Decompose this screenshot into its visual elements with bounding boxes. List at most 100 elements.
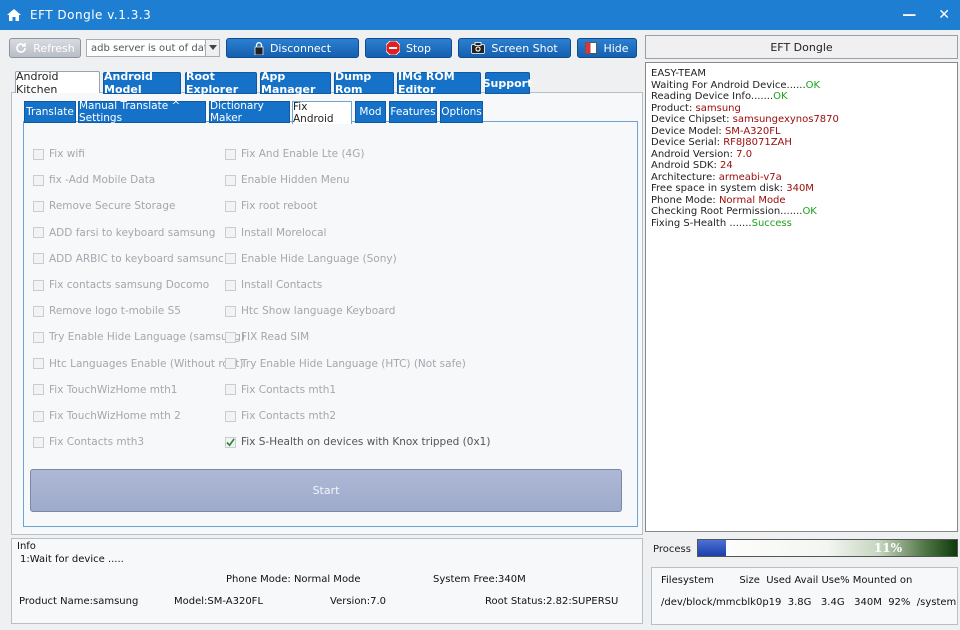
checkbox-fix-read-sim[interactable]: FIX Read SIM [225, 331, 309, 343]
checkbox-fix-wifi[interactable]: Fix wifi [33, 148, 85, 160]
screenshot-label: Screen Shot [491, 41, 558, 55]
log-value: SM-A320FL [724, 125, 781, 137]
tab-label: Support [482, 76, 533, 90]
checkbox-htc-languages-enable-without-root[interactable]: Htc Languages Enable (Without root) [33, 358, 243, 370]
checkbox-box[interactable] [225, 279, 236, 291]
info-phone-mode: Phone Mode: Normal Mode [226, 574, 361, 585]
checkbox-box[interactable] [33, 410, 44, 422]
home-icon [7, 9, 21, 21]
info-model: Model:SM-A320FL [174, 596, 264, 607]
checkbox-box[interactable] [33, 358, 44, 370]
adb-server-value: adb server is out of date [91, 42, 205, 54]
checkbox-try-enable-hide-language-htc-not-safe[interactable]: Try Enable Hide Language (HTC) (Not safe… [225, 358, 466, 370]
disconnect-label: Disconnect [269, 41, 332, 55]
checkbox-fix-contacts-mth2[interactable]: Fix Contacts mth2 [225, 410, 336, 422]
chevron-down-icon[interactable] [205, 40, 219, 56]
checkbox-label: Remove Secure Storage [49, 200, 176, 213]
disconnect-button[interactable]: Disconnect [226, 38, 359, 58]
checkbox-enable-hidden-menu[interactable]: Enable Hidden Menu [225, 174, 350, 186]
checkbox-box[interactable] [33, 253, 44, 265]
tab-root-explorer[interactable]: Root Explorer [185, 70, 257, 96]
subtab-translate[interactable]: Translate [24, 101, 76, 123]
checkbox-htc-show-language-keyboard[interactable]: Htc Show language Keyboard [225, 305, 395, 317]
checkbox-label: ADD ARBIC to keyboard samsunc [49, 252, 224, 265]
log-line: Device Model: SM-A320FL [651, 126, 952, 138]
checkbox-box[interactable] [33, 200, 44, 212]
start-button[interactable]: Start [30, 469, 622, 512]
checkbox-box[interactable] [225, 410, 236, 422]
subtab-dictionary-maker[interactable]: Dictionary Maker [209, 100, 290, 124]
info-label: Info [17, 541, 36, 552]
log-line: Device Chipset: samsungexynos7870 [651, 114, 952, 126]
checkbox-box[interactable] [225, 436, 236, 448]
tab-dump-rom[interactable]: Dump Rom [334, 70, 394, 96]
subtab-options[interactable]: Options [440, 101, 483, 123]
checkbox-fix-add-mobile-data[interactable]: fix -Add Mobile Data [33, 174, 155, 186]
checkbox-add-farsi-to-keyboard-samsung[interactable]: ADD farsi to keyboard samsung [33, 227, 215, 239]
checkbox-box[interactable] [33, 384, 44, 396]
subtab-manual-translate[interactable]: Manual Translate ^ Settings [78, 100, 206, 124]
checkbox-fix-s-health-on-devices-with-knox-tripped-0x1[interactable]: Fix S-Health on devices with Knox trippe… [225, 436, 490, 448]
subtab-fix-android[interactable]: Fix Android [292, 101, 352, 125]
checkbox-box[interactable] [33, 331, 44, 343]
checkbox-box[interactable] [33, 148, 44, 160]
checkbox-box[interactable] [225, 200, 236, 212]
checkbox-label: Fix Contacts mth3 [49, 436, 145, 449]
checkbox-box[interactable] [33, 227, 44, 239]
log-value: samsungexynos7870 [732, 114, 839, 125]
checkbox-box[interactable] [225, 253, 236, 265]
subtab-mod[interactable]: Mod [355, 101, 386, 123]
stop-button[interactable]: Stop [365, 38, 452, 58]
tab-support[interactable]: Support [482, 72, 533, 94]
checkbox-fix-touchwizhome-mth1[interactable]: Fix TouchWizHome mth1 [33, 384, 178, 396]
checkbox-fix-contacts-mth1[interactable]: Fix Contacts mth1 [225, 384, 336, 396]
log-text: EASY-TEAM [651, 68, 707, 79]
minimize-button[interactable]: — [902, 7, 916, 23]
checkbox-fix-contacts-mth3[interactable]: Fix Contacts mth3 [33, 436, 144, 448]
process-percent: 11% [873, 541, 902, 555]
process-area: Process 11% [645, 538, 958, 562]
log-text: Device Serial: [651, 137, 724, 148]
checkbox-add-arbic-to-keyboard-samsunc[interactable]: ADD ARBIC to keyboard samsunc [33, 253, 224, 265]
checkbox-box[interactable] [225, 384, 236, 396]
checkbox-box[interactable] [225, 227, 236, 239]
checkbox-box[interactable] [225, 305, 236, 317]
checkbox-install-morelocal[interactable]: Install Morelocal [225, 227, 326, 239]
checkbox-box[interactable] [225, 358, 236, 370]
tab-img-rom-editor[interactable]: IMG ROM Editor [397, 70, 481, 96]
tab-android-model[interactable]: Android Model [103, 70, 181, 96]
log-line: Reading Device Info.......OK [651, 91, 952, 103]
checkbox-box[interactable] [225, 174, 236, 186]
checkbox-fix-touchwizhome-mth-2[interactable]: Fix TouchWizHome mth 2 [33, 410, 181, 422]
adb-server-select[interactable]: adb server is out of date [86, 39, 220, 57]
checkbox-enable-hide-language-sony[interactable]: Enable Hide Language (Sony) [225, 253, 397, 265]
checkbox-fix-root-reboot[interactable]: Fix root reboot [225, 200, 317, 212]
checkbox-fix-and-enable-lte-4g[interactable]: Fix And Enable Lte (4G) [225, 148, 364, 160]
tab-label: IMG ROM Editor [398, 70, 455, 96]
checkbox-label: Htc Show language Keyboard [241, 305, 396, 318]
checkbox-box[interactable] [225, 331, 236, 343]
fs-header: Filesystem Size Used Avail Use% Mounted … [661, 575, 913, 586]
tab-app-manager[interactable]: App Manager [260, 70, 331, 96]
log-ok: OK [773, 91, 788, 102]
refresh-button[interactable]: Refresh [9, 38, 81, 58]
checkbox-box[interactable] [33, 174, 44, 186]
tab-android-kitchen[interactable]: Android Kitchen [15, 70, 100, 96]
checkbox-box[interactable] [33, 279, 44, 291]
checkbox-try-enable-hide-language-samsung[interactable]: Try Enable Hide Language (samsung) [33, 331, 245, 343]
window-icon [585, 42, 598, 54]
hide-button[interactable]: Hide [577, 38, 637, 58]
checkbox-box[interactable] [225, 148, 236, 160]
subtab-label: Options [441, 106, 482, 118]
close-button[interactable]: ✕ [938, 7, 950, 23]
screenshot-button[interactable]: Screen Shot [458, 38, 571, 58]
checkbox-fix-contacts-samsung-docomo[interactable]: Fix contacts samsung Docomo [33, 279, 209, 291]
log-text: Device Model: [651, 125, 725, 137]
checkbox-box[interactable] [33, 436, 44, 448]
checkbox-remove-secure-storage[interactable]: Remove Secure Storage [33, 200, 175, 212]
checkbox-install-contacts[interactable]: Install Contacts [225, 279, 322, 291]
checkbox-remove-logo-t-mobile-s5[interactable]: Remove logo t-mobile S5 [33, 305, 181, 317]
checkbox-box[interactable] [33, 305, 44, 317]
process-fill [698, 540, 727, 556]
subtab-features[interactable]: Features [389, 101, 437, 123]
